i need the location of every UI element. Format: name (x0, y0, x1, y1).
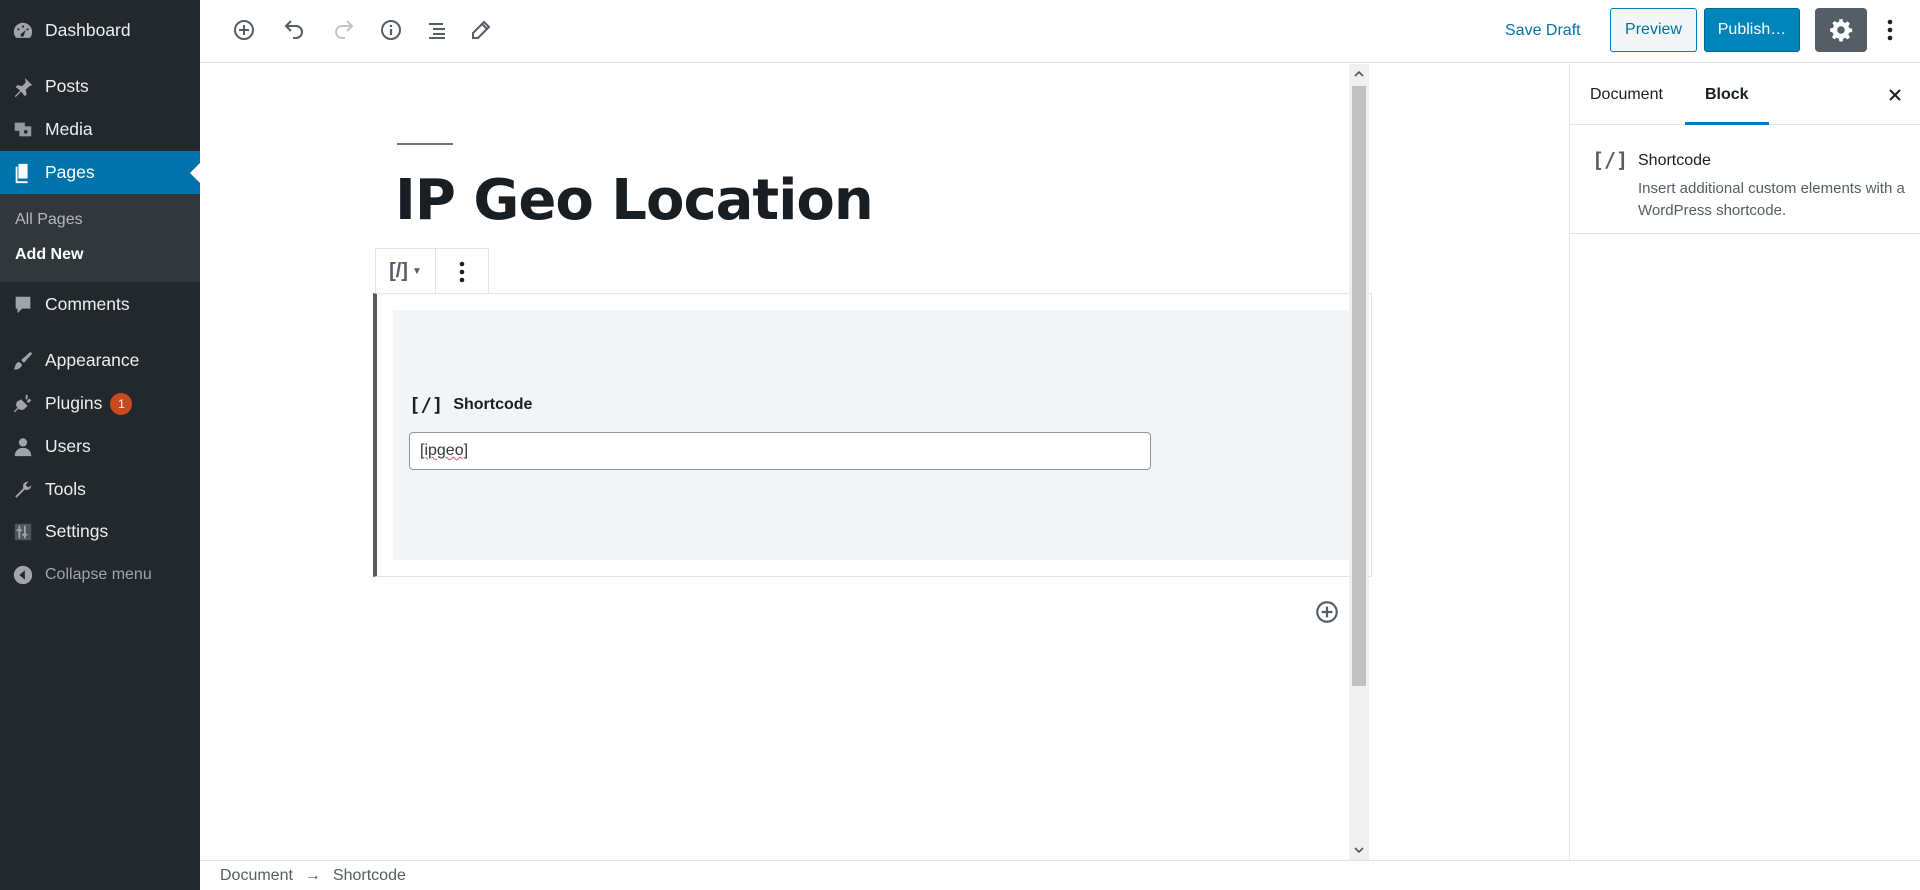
menu-label-comments: Comments (45, 294, 130, 314)
save-draft-button[interactable]: Save Draft (1495, 14, 1591, 48)
publish-button[interactable]: Publish… (1704, 8, 1800, 52)
shortcode-input-value: [ipgeo] (420, 442, 469, 459)
shortcode-icon: [/] (389, 260, 408, 282)
brush-icon (0, 350, 45, 372)
menu-item-appearance[interactable]: Appearance (0, 339, 200, 382)
redo-icon (335, 20, 354, 39)
shortcode-icon: [/] (1592, 148, 1629, 172)
plus-circle-icon (1316, 601, 1338, 623)
menu-label-settings: Settings (45, 521, 109, 541)
editor-toolbar: Save Draft Preview Publish… (200, 0, 1920, 63)
menu-label-plugins: Plugins (45, 393, 103, 413)
block-toolbar: [/] ▼ (375, 248, 489, 294)
editor-scrollbar[interactable] (1349, 64, 1369, 860)
close-sidebar-button[interactable] (1882, 82, 1908, 108)
media-icon (0, 119, 45, 141)
menu-item-dashboard[interactable]: Dashboard (0, 9, 200, 52)
title-separator (397, 143, 453, 145)
menu-item-pages[interactable]: Pages (0, 151, 200, 194)
content-info-button[interactable] (373, 12, 409, 48)
menu-label-posts: Posts (45, 76, 89, 96)
menu-item-comments[interactable]: Comments (0, 283, 200, 326)
add-block-button[interactable] (226, 12, 262, 48)
shortcode-block-body: [/] Shortcode [ipgeo] (393, 310, 1353, 560)
scrollbar-thumb[interactable] (1352, 86, 1366, 686)
tab-block[interactable]: Block (1685, 64, 1769, 125)
user-icon (0, 436, 45, 458)
menu-item-tools[interactable]: Tools (0, 468, 200, 511)
menu-item-settings[interactable]: Settings (0, 510, 200, 553)
settings-sidebar: Document Block [/] Shortcode Insert addi… (1569, 64, 1920, 890)
plugins-update-badge: 1 (110, 392, 133, 415)
dashboard-icon (0, 20, 45, 42)
inserter-button[interactable] (1314, 599, 1340, 625)
menu-label-pages: Pages (45, 162, 95, 182)
block-breadcrumb: Document → Shortcode (200, 860, 1920, 890)
undo-button[interactable] (276, 12, 312, 48)
menu-item-users[interactable]: Users (0, 425, 200, 468)
block-card-title: Shortcode (1638, 152, 1711, 169)
settings-toggle-button[interactable] (1815, 8, 1867, 52)
block-card: [/] Shortcode Insert additional custom e… (1570, 126, 1920, 234)
shortcode-label-text: Shortcode (453, 396, 533, 413)
chevron-up-icon[interactable] (1353, 68, 1365, 80)
admin-sidebar: Dashboard Posts Media Pages All Pages Ad… (0, 0, 200, 890)
tools-edit-button[interactable] (463, 12, 499, 48)
chevron-down-icon[interactable] (1353, 844, 1365, 856)
block-switcher-button[interactable]: [/] ▼ (376, 249, 436, 294)
sidebar-tabs: Document Block (1570, 64, 1920, 125)
close-icon (1889, 89, 1901, 101)
shortcode-icon: [/] (409, 394, 444, 416)
menu-item-posts[interactable]: Posts (0, 65, 200, 108)
gear-icon (1830, 19, 1853, 42)
collapse-menu-button[interactable]: Collapse menu (0, 553, 200, 596)
shortcode-input[interactable]: [ipgeo] (409, 432, 1151, 470)
comment-icon (0, 294, 45, 316)
block-navigation-button[interactable] (419, 12, 455, 48)
pages-icon (0, 162, 45, 184)
more-options-button[interactable] (1875, 8, 1905, 52)
list-icon (429, 23, 445, 39)
pages-submenu: All Pages Add New (0, 194, 200, 282)
undo-icon (284, 20, 303, 39)
menu-item-media[interactable]: Media (0, 108, 200, 151)
tab-document[interactable]: Document (1570, 64, 1683, 125)
caret-down-icon: ▼ (411, 266, 422, 277)
sliders-icon (0, 521, 45, 543)
block-card-description: Insert additional custom elements with a… (1638, 180, 1905, 219)
preview-button[interactable]: Preview (1610, 8, 1697, 52)
vertical-ellipsis-icon (459, 261, 465, 282)
breadcrumb-shortcode[interactable]: Shortcode (333, 867, 406, 885)
block-more-options-button[interactable] (436, 249, 488, 294)
submenu-add-new[interactable]: Add New (15, 246, 83, 264)
wrench-icon (0, 479, 45, 501)
menu-item-plugins[interactable]: Plugins 1 (0, 382, 200, 425)
menu-label-appearance: Appearance (45, 350, 140, 370)
redo-button[interactable] (326, 12, 362, 48)
vertical-ellipsis-icon (1887, 19, 1893, 41)
breadcrumb-separator: → (304, 866, 321, 884)
info-icon (381, 20, 401, 40)
breadcrumb-document[interactable]: Document (220, 867, 293, 885)
submenu-all-pages[interactable]: All Pages (15, 211, 83, 229)
shortcode-block[interactable]: [/] Shortcode [ipgeo] (373, 293, 1372, 577)
menu-label-users: Users (45, 436, 91, 456)
plus-circle-icon (234, 20, 254, 40)
collapse-icon (0, 564, 45, 586)
pencil-icon (472, 20, 491, 39)
plug-icon (0, 393, 45, 415)
menu-label-dashboard: Dashboard (45, 20, 131, 40)
pin-icon (0, 76, 45, 98)
shortcode-block-label: [/] Shortcode (409, 394, 532, 416)
menu-label-collapse: Collapse menu (45, 565, 152, 583)
menu-label-media: Media (45, 119, 93, 139)
editor-canvas: IP Geo Location [/] ▼ [/] Shortcode [ipg… (200, 64, 1550, 860)
post-title[interactable]: IP Geo Location (395, 168, 874, 233)
menu-label-tools: Tools (45, 479, 86, 499)
